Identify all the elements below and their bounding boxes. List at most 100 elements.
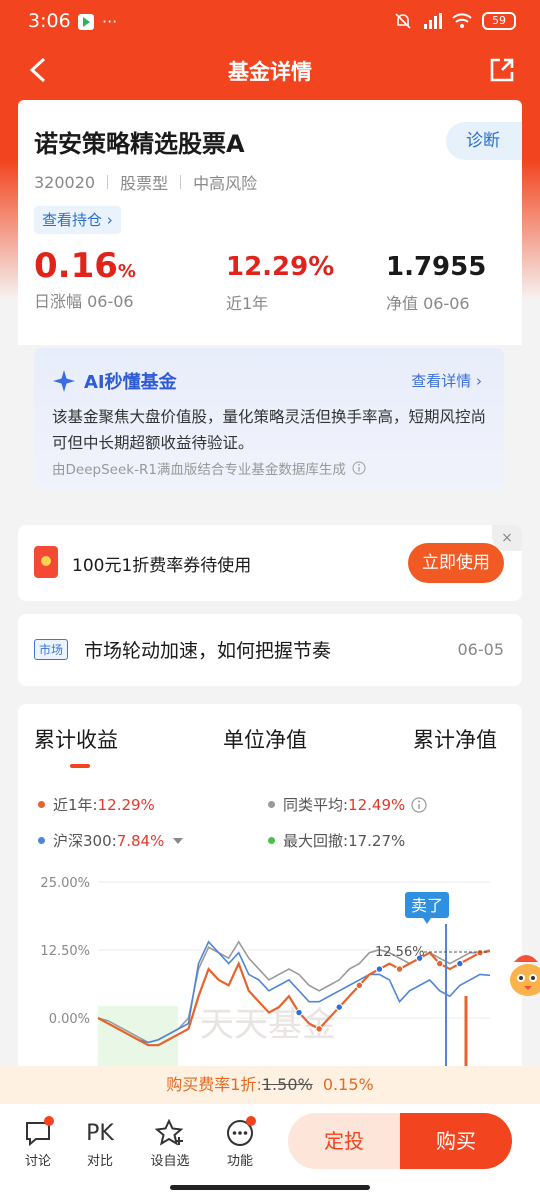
functions-button[interactable]: 功能 — [212, 1116, 268, 1169]
auto-invest-button[interactable]: 定投 — [288, 1113, 400, 1169]
use-now-button[interactable]: 立即使用 — [408, 543, 504, 583]
legend-index-value: 7.84% — [116, 831, 165, 850]
trade-point — [476, 949, 484, 957]
ai-view-details-link[interactable]: 查看详情 › — [411, 370, 482, 391]
star-plus-icon — [155, 1119, 184, 1146]
fee-discounted: 0.15% — [322, 1075, 374, 1094]
compare-button[interactable]: PK 对比 — [72, 1116, 128, 1170]
add-watchlist-button[interactable]: 设自选 — [142, 1116, 198, 1169]
legend-peer: 同类平均: 12.49% — [268, 794, 427, 815]
legend-fund-value: 12.29% — [97, 795, 155, 814]
discuss-label: 讨论 — [24, 1154, 51, 1169]
y-tick-label: 0.00% — [49, 1012, 90, 1027]
legend-dot — [38, 837, 45, 844]
battery-indicator: 59 — [482, 12, 516, 30]
sell-marker[interactable]: 卖了 — [405, 892, 449, 1066]
red-envelope-icon — [34, 546, 58, 578]
sparkle-icon — [53, 370, 75, 392]
status-bar: 3:06 ··· 59 — [0, 0, 540, 46]
dropdown-triangle-icon[interactable] — [172, 837, 184, 845]
close-icon[interactable]: × — [492, 525, 522, 551]
wifi-icon — [452, 13, 472, 28]
news-date: 06-05 — [457, 640, 505, 659]
y-tick-label: 25.00% — [40, 876, 90, 891]
daily-change-value: 0.16 — [34, 246, 118, 286]
fee-label: 购买费率1折: — [166, 1075, 262, 1094]
legend-drawdown-label: 最大回撤: — [283, 832, 349, 850]
status-app-icons: ··· — [78, 12, 117, 31]
kpi-nav: 1.7955 净值 06-06 — [386, 252, 486, 314]
legend-fund: 近1年: 12.29% — [38, 794, 155, 815]
legend-fund-label: 近1年: — [53, 796, 98, 814]
line-chart[interactable]: 25.00%12.50%0.00% 天天基金 卖了 12.56% — [18, 866, 522, 1066]
ai-title-text: AI秒懂基金 — [84, 372, 177, 393]
divider — [107, 175, 109, 189]
tab-cumulative-return[interactable]: 累计收益 — [34, 724, 118, 754]
fee-original: 1.50% — [261, 1075, 313, 1094]
watchlist-label: 设自选 — [150, 1154, 190, 1169]
ai-summary-card[interactable]: AI秒懂基金 查看详情 › 该基金聚焦大盘价值股，量化策略灵活但换手率高，短期风… — [34, 348, 504, 492]
tab-unit-nav[interactable]: 单位净值 — [223, 724, 307, 754]
trade-point — [456, 959, 464, 968]
legend-peer-label: 同类平均: — [283, 796, 349, 814]
functions-label: 功能 — [226, 1154, 253, 1169]
trade-point — [436, 959, 444, 968]
trade-point — [335, 1003, 343, 1011]
ai-title: AI秒懂基金 — [52, 368, 177, 394]
home-indicator[interactable] — [170, 1185, 370, 1190]
bottom-action-bar: 讨论 PK 对比 设自选 功能 定投 购买 — [0, 1104, 540, 1200]
view-holdings-label: 查看持仓 — [42, 211, 103, 229]
trade-point — [315, 1025, 323, 1033]
discuss-button[interactable]: 讨论 — [10, 1116, 66, 1169]
fund-meta: 320020 股票型 中高风险 — [34, 170, 257, 194]
view-holdings-button[interactable]: 查看持仓 › — [34, 206, 121, 234]
info-icon[interactable] — [352, 461, 366, 475]
tab-cumulative-nav[interactable]: 累计净值 — [413, 724, 497, 754]
peak-label: 12.56% — [375, 945, 425, 960]
coupon-card: 100元1折费率券待使用 立即使用 × — [18, 525, 522, 601]
ai-footer: 由DeepSeek-R1满血版结合专业基金数据库生成 — [52, 458, 366, 478]
info-icon[interactable] — [411, 796, 427, 813]
pk-icon: PK — [86, 1120, 114, 1146]
legend-dot — [38, 801, 45, 808]
share-icon[interactable] — [488, 56, 516, 84]
legend-index[interactable]: 沪深300: 7.84% — [38, 830, 184, 851]
status-indicators: 59 — [394, 12, 516, 30]
fund-code: 320020 — [34, 172, 96, 192]
chevron-right-icon: › — [106, 211, 113, 229]
daily-change-label: 日涨幅 06-06 — [34, 292, 134, 311]
notification-badge — [44, 1116, 54, 1126]
divider — [180, 175, 182, 189]
sell-pointer — [423, 918, 431, 924]
mascot-icon[interactable] — [506, 950, 540, 1000]
play-store-icon — [78, 13, 94, 30]
buy-button[interactable]: 购买 — [400, 1113, 512, 1169]
mute-bell-icon — [395, 13, 411, 29]
nav-label: 净值 06-06 — [386, 294, 470, 313]
daily-change-unit: % — [117, 261, 136, 282]
news-card[interactable]: 市场 市场轮动加速，如何把握节奏 06-05 — [18, 614, 522, 686]
fund-name: 诺安策略精选股票A — [34, 130, 245, 158]
year-return-value: 12.29% — [226, 252, 335, 282]
ai-view-details-label: 查看详情 — [411, 372, 472, 390]
sell-label: 卖了 — [411, 896, 443, 915]
trade-point — [355, 981, 364, 990]
trade-point — [295, 1008, 303, 1017]
notification-badge — [246, 1116, 256, 1126]
ai-footer-text: 由DeepSeek-R1满血版结合专业基金数据库生成 — [52, 462, 346, 478]
year-return-label: 近1年 — [226, 294, 269, 313]
page-title: 基金详情 — [228, 60, 312, 84]
legend-drawdown-value: 17.27% — [348, 831, 406, 850]
diagnose-button[interactable]: 诊断 — [446, 122, 522, 160]
kpi-year: 12.29% 近1年 — [226, 252, 334, 314]
nav-bar: 基金详情 — [0, 46, 540, 96]
kpi-daily: 0.16% 日涨幅 06-06 — [34, 246, 136, 312]
news-title: 市场轮动加速，如何把握节奏 — [84, 640, 332, 662]
news-tag: 市场 — [34, 639, 69, 660]
legend-drawdown: 最大回撤: 17.27% — [268, 830, 405, 851]
y-tick-label: 12.50% — [40, 944, 90, 959]
legend-dot — [268, 837, 275, 844]
fund-summary-card: 诺安策略精选股票A 诊断 320020 股票型 中高风险 查看持仓 › 0.16… — [18, 100, 522, 345]
fund-type: 股票型 — [120, 174, 169, 193]
trade-point — [375, 965, 384, 973]
